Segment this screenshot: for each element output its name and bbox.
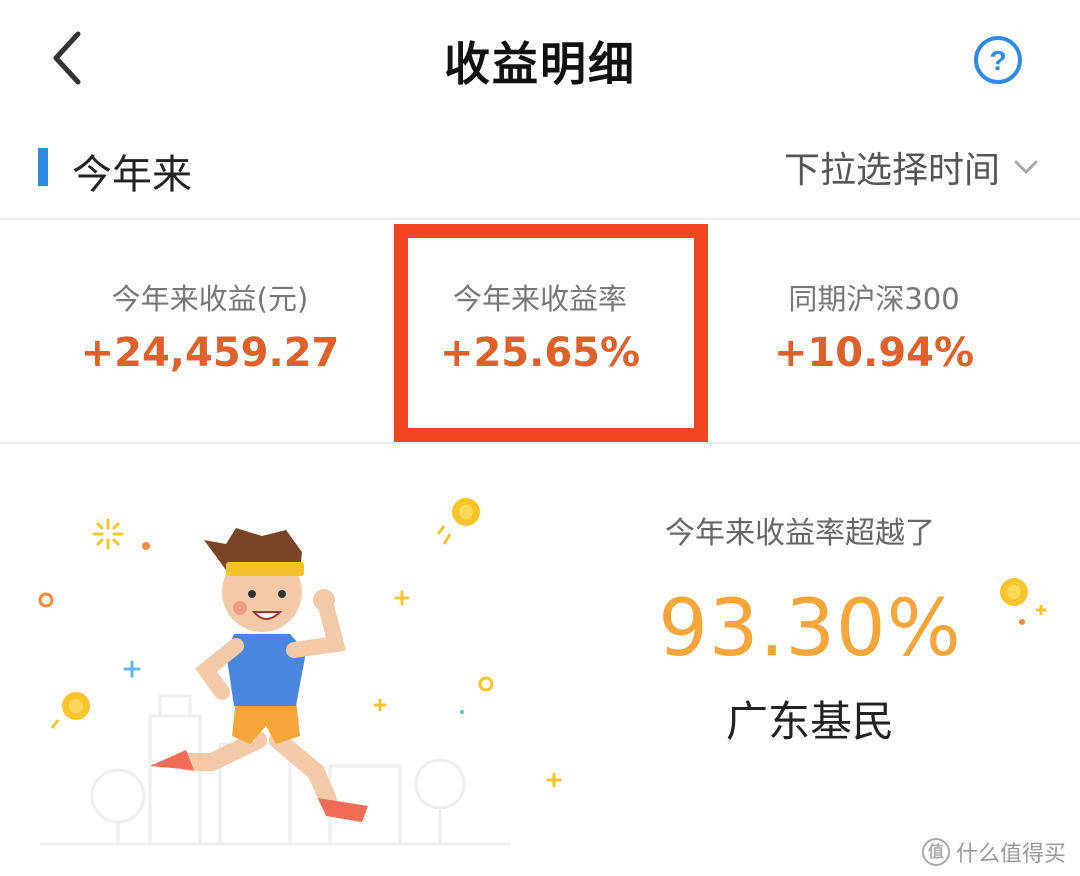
chevron-down-icon (1014, 160, 1038, 174)
stat-ytd-earnings: 今年来收益(元) +24,459.27 (30, 220, 390, 442)
stat-label: 同期沪深300 (788, 282, 960, 316)
watermark-text: 什么值得买 (955, 842, 1066, 867)
beat-percentage: 93.30% (658, 584, 962, 674)
stat-csi300-benchmark: 同期沪深300 +10.94% (694, 220, 1054, 442)
help-button[interactable]: ? (972, 34, 1024, 86)
stat-value: +24,459.27 (80, 330, 340, 376)
section-title: 今年来 (72, 152, 192, 198)
question-circle-icon: ? (974, 36, 1022, 84)
coin-icon (1000, 578, 1046, 625)
section-header: 今年来 下拉选择时间 (0, 118, 1080, 220)
page-title: 收益明细 (444, 37, 636, 91)
watermark: 值 什么值得买 (921, 836, 1066, 868)
beat-label: 今年来收益率超越了 (665, 516, 935, 551)
time-range-label: 下拉选择时间 (783, 150, 1000, 191)
stat-value: +10.94% (773, 330, 975, 376)
section-accent-bar (38, 148, 48, 186)
stat-label: 今年来收益(元) (111, 282, 309, 316)
time-range-dropdown[interactable]: 下拉选择时间 (784, 142, 1040, 192)
svg-text:?: ? (989, 45, 1006, 76)
runner-illustration (38, 498, 562, 846)
ranking-banner: 今年来收益率超越了 93.30% 广东基民 值 什么值得买 (0, 444, 1080, 876)
watermark-logo-icon: 值 (921, 838, 950, 866)
top-nav-bar: 收益明细 ? (0, 0, 1080, 118)
stats-row: 今年来收益(元) +24,459.27 今年来收益率 +25.65% 同期沪深3… (0, 220, 1080, 444)
beat-group-name: 广东基民 (725, 697, 894, 746)
highlight-annotation-box (394, 224, 708, 442)
